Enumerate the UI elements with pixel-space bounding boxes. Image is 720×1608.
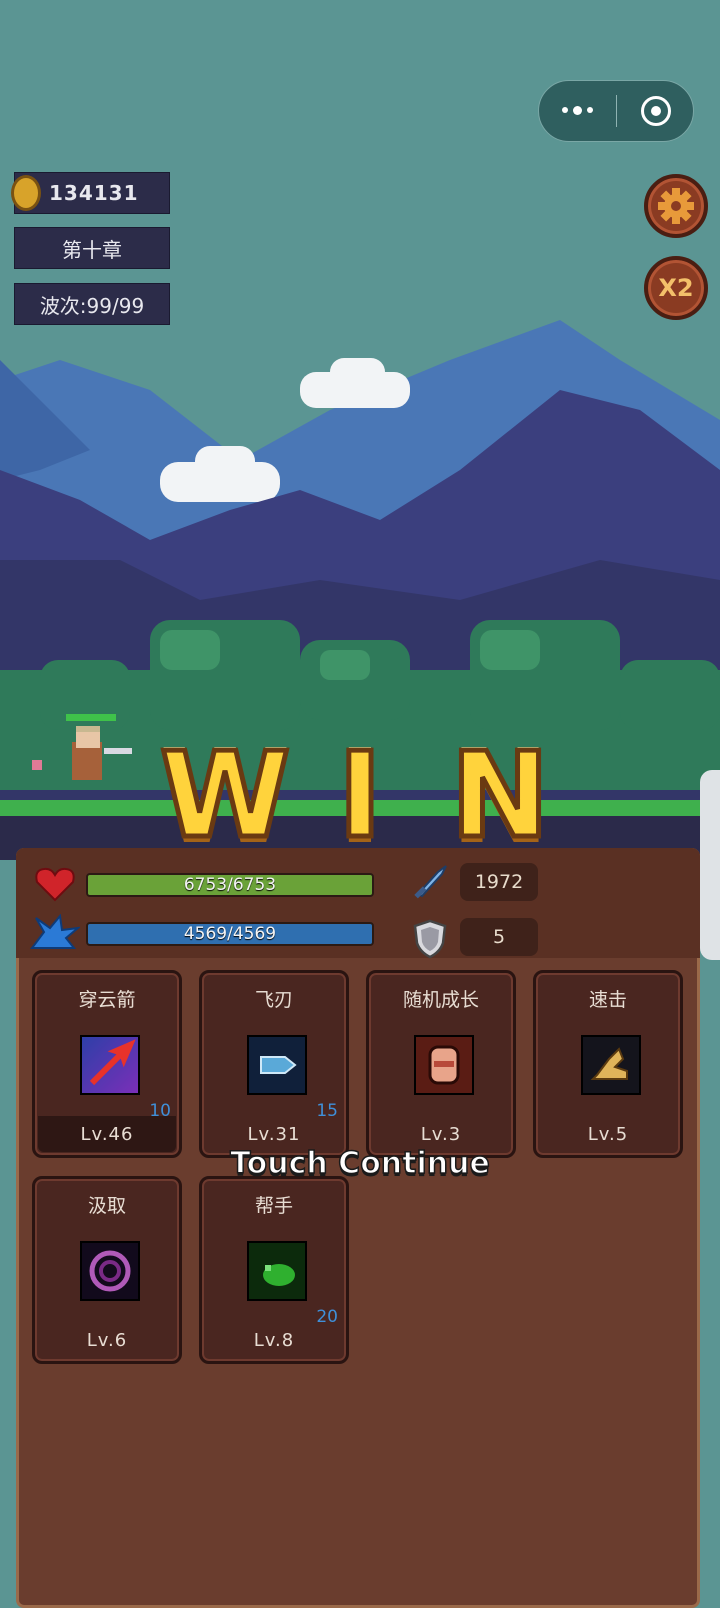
attack-text: 1972	[474, 871, 524, 893]
skill-name: 飞刃	[254, 989, 293, 1011]
flying-blade-icon	[247, 1035, 307, 1095]
defense-value: 5	[460, 918, 538, 956]
wave-label: 波次:99/99	[14, 283, 170, 325]
mp-bar: 4569/4569	[86, 922, 374, 946]
skill-level: Lv.31	[247, 1124, 301, 1145]
skill-level: Lv.6	[86, 1330, 128, 1351]
defense-text: 5	[492, 926, 506, 948]
skill-name: 随机成长	[402, 989, 479, 1011]
more-menu-button[interactable]	[539, 81, 616, 141]
touch-continue-prompt[interactable]: Touch Continue	[0, 1145, 720, 1182]
skill-count: 15	[316, 1101, 338, 1121]
grass-strip	[0, 800, 720, 816]
mana-splash-icon	[30, 914, 80, 949]
skill-card[interactable]: 帮手 20 Lv.8	[199, 1176, 349, 1364]
heart-icon	[35, 867, 75, 902]
skill-card[interactable]: 随机成长 Lv.3	[366, 970, 516, 1158]
skill-card[interactable]: 飞刃 15 Lv.31	[199, 970, 349, 1158]
hp-bar: 6753/6753	[86, 873, 374, 897]
speed-x2-button[interactable]: X2	[644, 256, 708, 320]
fist-icon	[414, 1035, 474, 1095]
settings-button[interactable]	[644, 174, 708, 238]
close-miniprogram-button[interactable]	[617, 81, 694, 141]
skill-count: 20	[316, 1307, 338, 1327]
wave-text: 波次:99/99	[39, 293, 145, 318]
skill-name: 速击	[588, 989, 627, 1011]
coin-counter: 134131	[11, 172, 170, 214]
skill-card[interactable]: 穿云箭 10 Lv.46	[32, 970, 182, 1158]
skill-name: 汲取	[87, 1195, 126, 1217]
skill-level: Lv.5	[587, 1124, 629, 1145]
slime-icon	[247, 1241, 307, 1301]
skill-level: Lv.46	[80, 1124, 134, 1145]
mp-text: 4569/4569	[183, 924, 277, 944]
chapter-text: 第十章	[62, 237, 122, 262]
skill-level: Lv.3	[420, 1124, 462, 1145]
skill-name: 帮手	[254, 1195, 293, 1217]
vortex-icon	[80, 1241, 140, 1301]
hp-text: 6753/6753	[183, 875, 277, 895]
coin-amount: 134131	[49, 181, 139, 205]
skill-level: Lv.8	[253, 1330, 295, 1351]
shield-icon	[413, 919, 447, 959]
speed-label: X2	[658, 274, 694, 302]
coin-icon	[11, 175, 41, 211]
chapter-label: 第十章	[14, 227, 170, 269]
more-dots-icon	[562, 106, 593, 115]
boot-icon	[581, 1035, 641, 1095]
skill-count: 10	[149, 1101, 171, 1121]
side-drawer-handle[interactable]	[700, 770, 720, 960]
miniprogram-capsule	[538, 80, 694, 142]
sword-icon	[414, 865, 447, 899]
attack-value: 1972	[460, 863, 538, 901]
skill-card[interactable]: 速击 Lv.5	[533, 970, 683, 1158]
arrow-icon	[80, 1035, 140, 1095]
skill-card[interactable]: 汲取 Lv.6	[32, 1176, 182, 1364]
skill-name: 穿云箭	[78, 989, 136, 1011]
gear-icon	[658, 188, 694, 224]
target-icon	[640, 96, 671, 126]
